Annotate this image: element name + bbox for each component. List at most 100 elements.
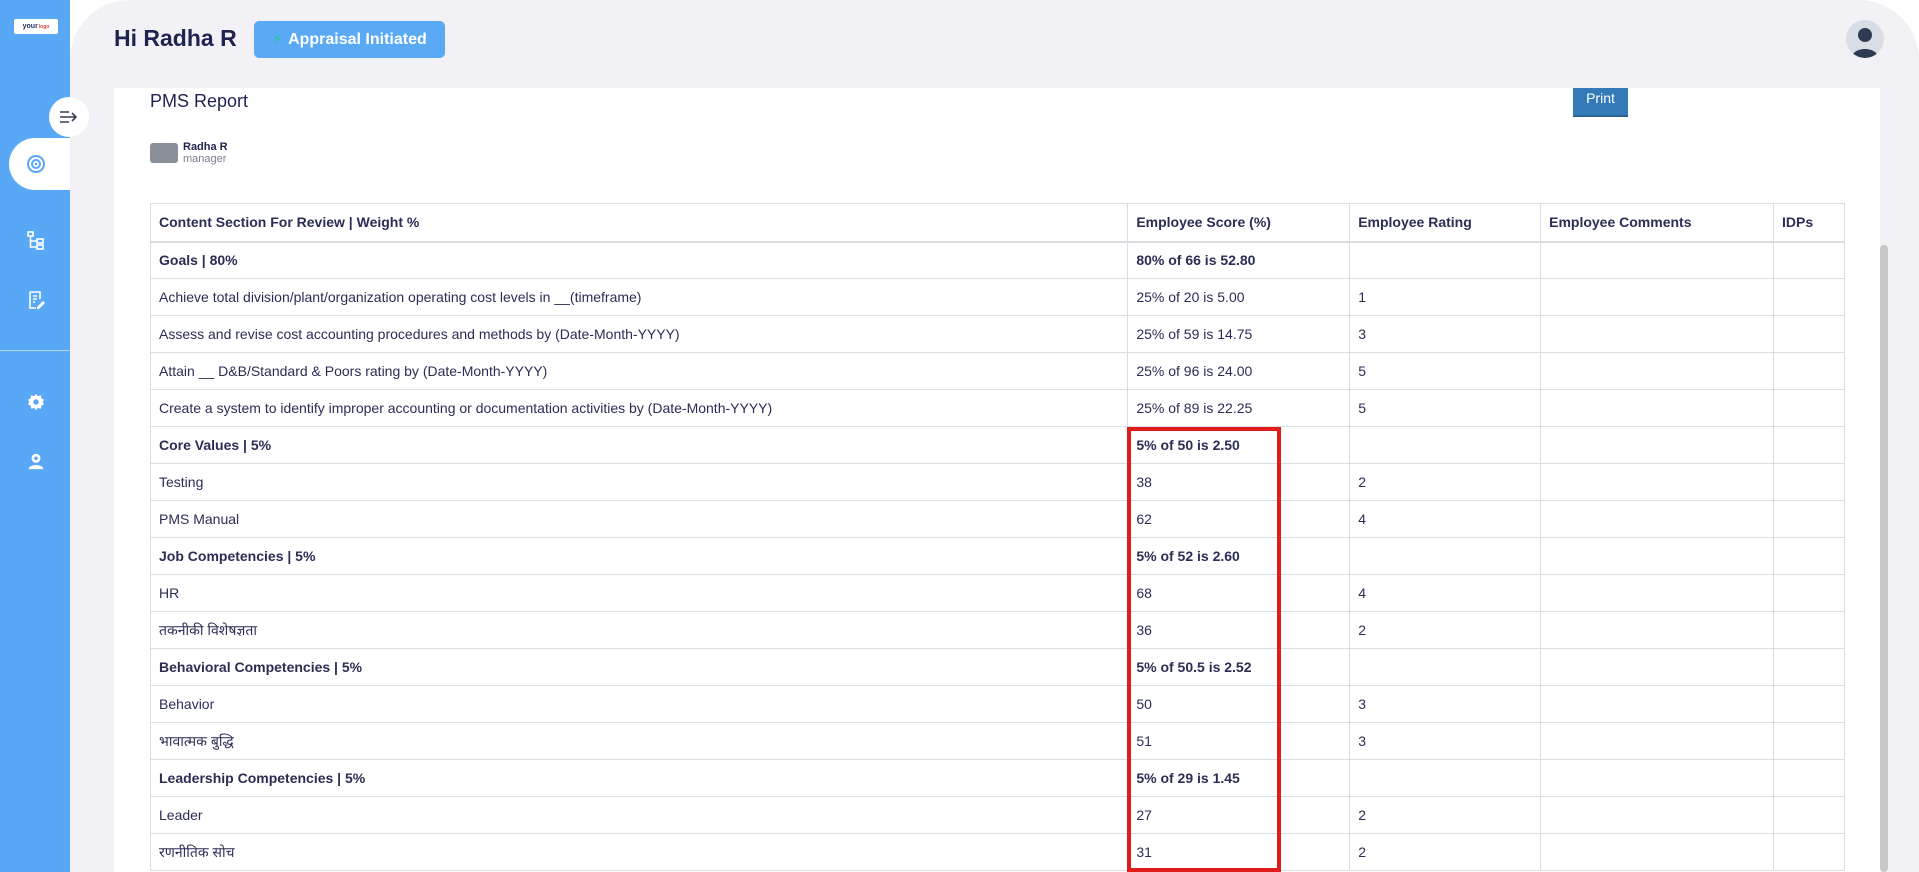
cell-review-item: तकनीकी विशेषज्ञता [149, 611, 1129, 649]
avatar [150, 143, 178, 163]
cell-idps [1772, 241, 1846, 279]
cell-employee-rating [1349, 759, 1542, 797]
table-section-row: Core Values | 5% 5% of 50 is 2.50 [149, 426, 1846, 464]
cell-employee-score: 5% of 52 is 2.60 [1127, 537, 1351, 575]
cell-idps [1772, 574, 1846, 612]
cell-employee-score: 51 [1127, 722, 1351, 760]
cell-idps [1772, 315, 1846, 353]
cell-idps [1772, 759, 1846, 797]
cell-employee-comments [1540, 389, 1774, 427]
table-row: Leader 27 2 [149, 796, 1846, 834]
table-row: तकनीकी विशेषज्ञता 36 2 [149, 611, 1846, 649]
reviewer-info: Radha R manager [150, 141, 228, 165]
column-header-employee-rating: Employee Rating [1349, 203, 1542, 243]
sidebar-divider [0, 350, 70, 351]
table-row: PMS Manual 62 4 [149, 500, 1846, 538]
cell-idps [1772, 833, 1846, 871]
profile-avatar[interactable] [1846, 20, 1884, 58]
appraisal-status-button[interactable]: ⚡ Appraisal Initiated [254, 21, 445, 58]
cell-idps [1772, 648, 1846, 686]
table-section-row: Leadership Competencies | 5% 5% of 29 is … [149, 759, 1846, 797]
cell-review-item: Testing [149, 463, 1129, 501]
cell-employee-rating [1349, 426, 1542, 464]
cell-employee-score: 5% of 29 is 1.45 [1127, 759, 1351, 797]
table-section-row: Behavioral Competencies | 5% 5% of 50.5 i… [149, 648, 1846, 686]
table-row: HR 68 4 [149, 574, 1846, 612]
cell-employee-comments [1540, 426, 1774, 464]
cell-employee-rating [1349, 648, 1542, 686]
cell-idps [1772, 463, 1846, 501]
table-row: भावात्मक बुद्धि 51 3 [149, 722, 1846, 760]
cell-review-item: Attain __ D&B/Standard & Poors rating by… [149, 352, 1129, 390]
target-icon[interactable] [25, 153, 47, 175]
collapse-sidebar-button[interactable] [49, 97, 89, 137]
cell-idps [1772, 685, 1846, 723]
scrollbar[interactable] [1880, 245, 1888, 872]
cell-review-item: HR [149, 574, 1129, 612]
reviewer-name: Radha R [183, 141, 228, 153]
cell-idps [1772, 796, 1846, 834]
cell-employee-comments [1540, 241, 1774, 279]
cell-employee-score: 80% of 66 is 52.80 [1127, 241, 1351, 279]
cell-employee-comments [1540, 537, 1774, 575]
cell-employee-comments [1540, 833, 1774, 871]
cell-employee-comments [1540, 463, 1774, 501]
cell-idps [1772, 389, 1846, 427]
cell-employee-rating: 2 [1349, 463, 1542, 501]
table-row: Assess and revise cost accounting proced… [149, 315, 1846, 353]
bolt-icon: ⚡ [272, 31, 283, 47]
cell-employee-comments [1540, 648, 1774, 686]
logo-suffix: logo [38, 23, 50, 30]
cell-employee-score: 27 [1127, 796, 1351, 834]
column-header-employee-score: Employee Score (%) [1127, 203, 1351, 243]
cell-review-item: Goals | 80% [149, 241, 1129, 279]
print-button[interactable]: Print [1573, 88, 1628, 117]
document-edit-icon[interactable] [25, 289, 47, 311]
gear-icon[interactable] [25, 391, 47, 413]
collapse-arrow-icon [60, 111, 78, 123]
table-row: Behavior 50 3 [149, 685, 1846, 723]
cell-review-item: Assess and revise cost accounting proced… [149, 315, 1129, 353]
org-chart-icon[interactable] [25, 229, 47, 251]
cell-employee-rating: 2 [1349, 796, 1542, 834]
cell-idps [1772, 278, 1846, 316]
cell-review-item: Behavior [149, 685, 1129, 723]
cell-employee-rating: 2 [1349, 611, 1542, 649]
company-logo[interactable]: your logo [14, 19, 58, 34]
table-row: रणनीतिक सोच 31 2 [149, 833, 1846, 871]
reviewer-role: manager [183, 153, 227, 165]
cell-employee-comments [1540, 352, 1774, 390]
appraisal-status-label: Appraisal Initiated [288, 30, 427, 48]
cell-idps [1772, 352, 1846, 390]
cell-employee-rating: 5 [1349, 352, 1542, 390]
cell-employee-rating: 2 [1349, 833, 1542, 871]
cell-employee-rating: 4 [1349, 574, 1542, 612]
cell-employee-score: 31 [1127, 833, 1351, 871]
report-title: PMS Report [150, 91, 249, 111]
cell-employee-score: 25% of 59 is 14.75 [1127, 315, 1351, 353]
cell-review-item: PMS Manual [149, 500, 1129, 538]
cell-employee-rating: 3 [1349, 722, 1542, 760]
cell-employee-rating [1349, 241, 1542, 279]
column-header-employee-comments: Employee Comments [1540, 203, 1774, 243]
cell-employee-score: 36 [1127, 611, 1351, 649]
cell-employee-rating: 3 [1349, 315, 1542, 353]
cell-employee-score: 25% of 89 is 22.25 [1127, 389, 1351, 427]
cell-employee-rating: 5 [1349, 389, 1542, 427]
column-header-idps: IDPs [1772, 203, 1846, 243]
cell-idps [1772, 611, 1846, 649]
table-row: Create a system to identify improper acc… [149, 389, 1846, 427]
cell-employee-score: 62 [1127, 500, 1351, 538]
pms-report-table: Content Section For Review | Weight % Em… [149, 203, 1846, 871]
cell-employee-comments [1540, 685, 1774, 723]
cell-idps [1772, 500, 1846, 538]
cell-idps [1772, 426, 1846, 464]
cell-review-item: Leader [149, 796, 1129, 834]
user-icon[interactable] [25, 450, 47, 472]
table-section-row: Job Competencies | 5% 5% of 52 is 2.60 [149, 537, 1846, 575]
cell-employee-comments [1540, 796, 1774, 834]
cell-employee-rating: 1 [1349, 278, 1542, 316]
cell-employee-rating [1349, 537, 1542, 575]
cell-employee-score: 38 [1127, 463, 1351, 501]
cell-review-item: Create a system to identify improper acc… [149, 389, 1129, 427]
